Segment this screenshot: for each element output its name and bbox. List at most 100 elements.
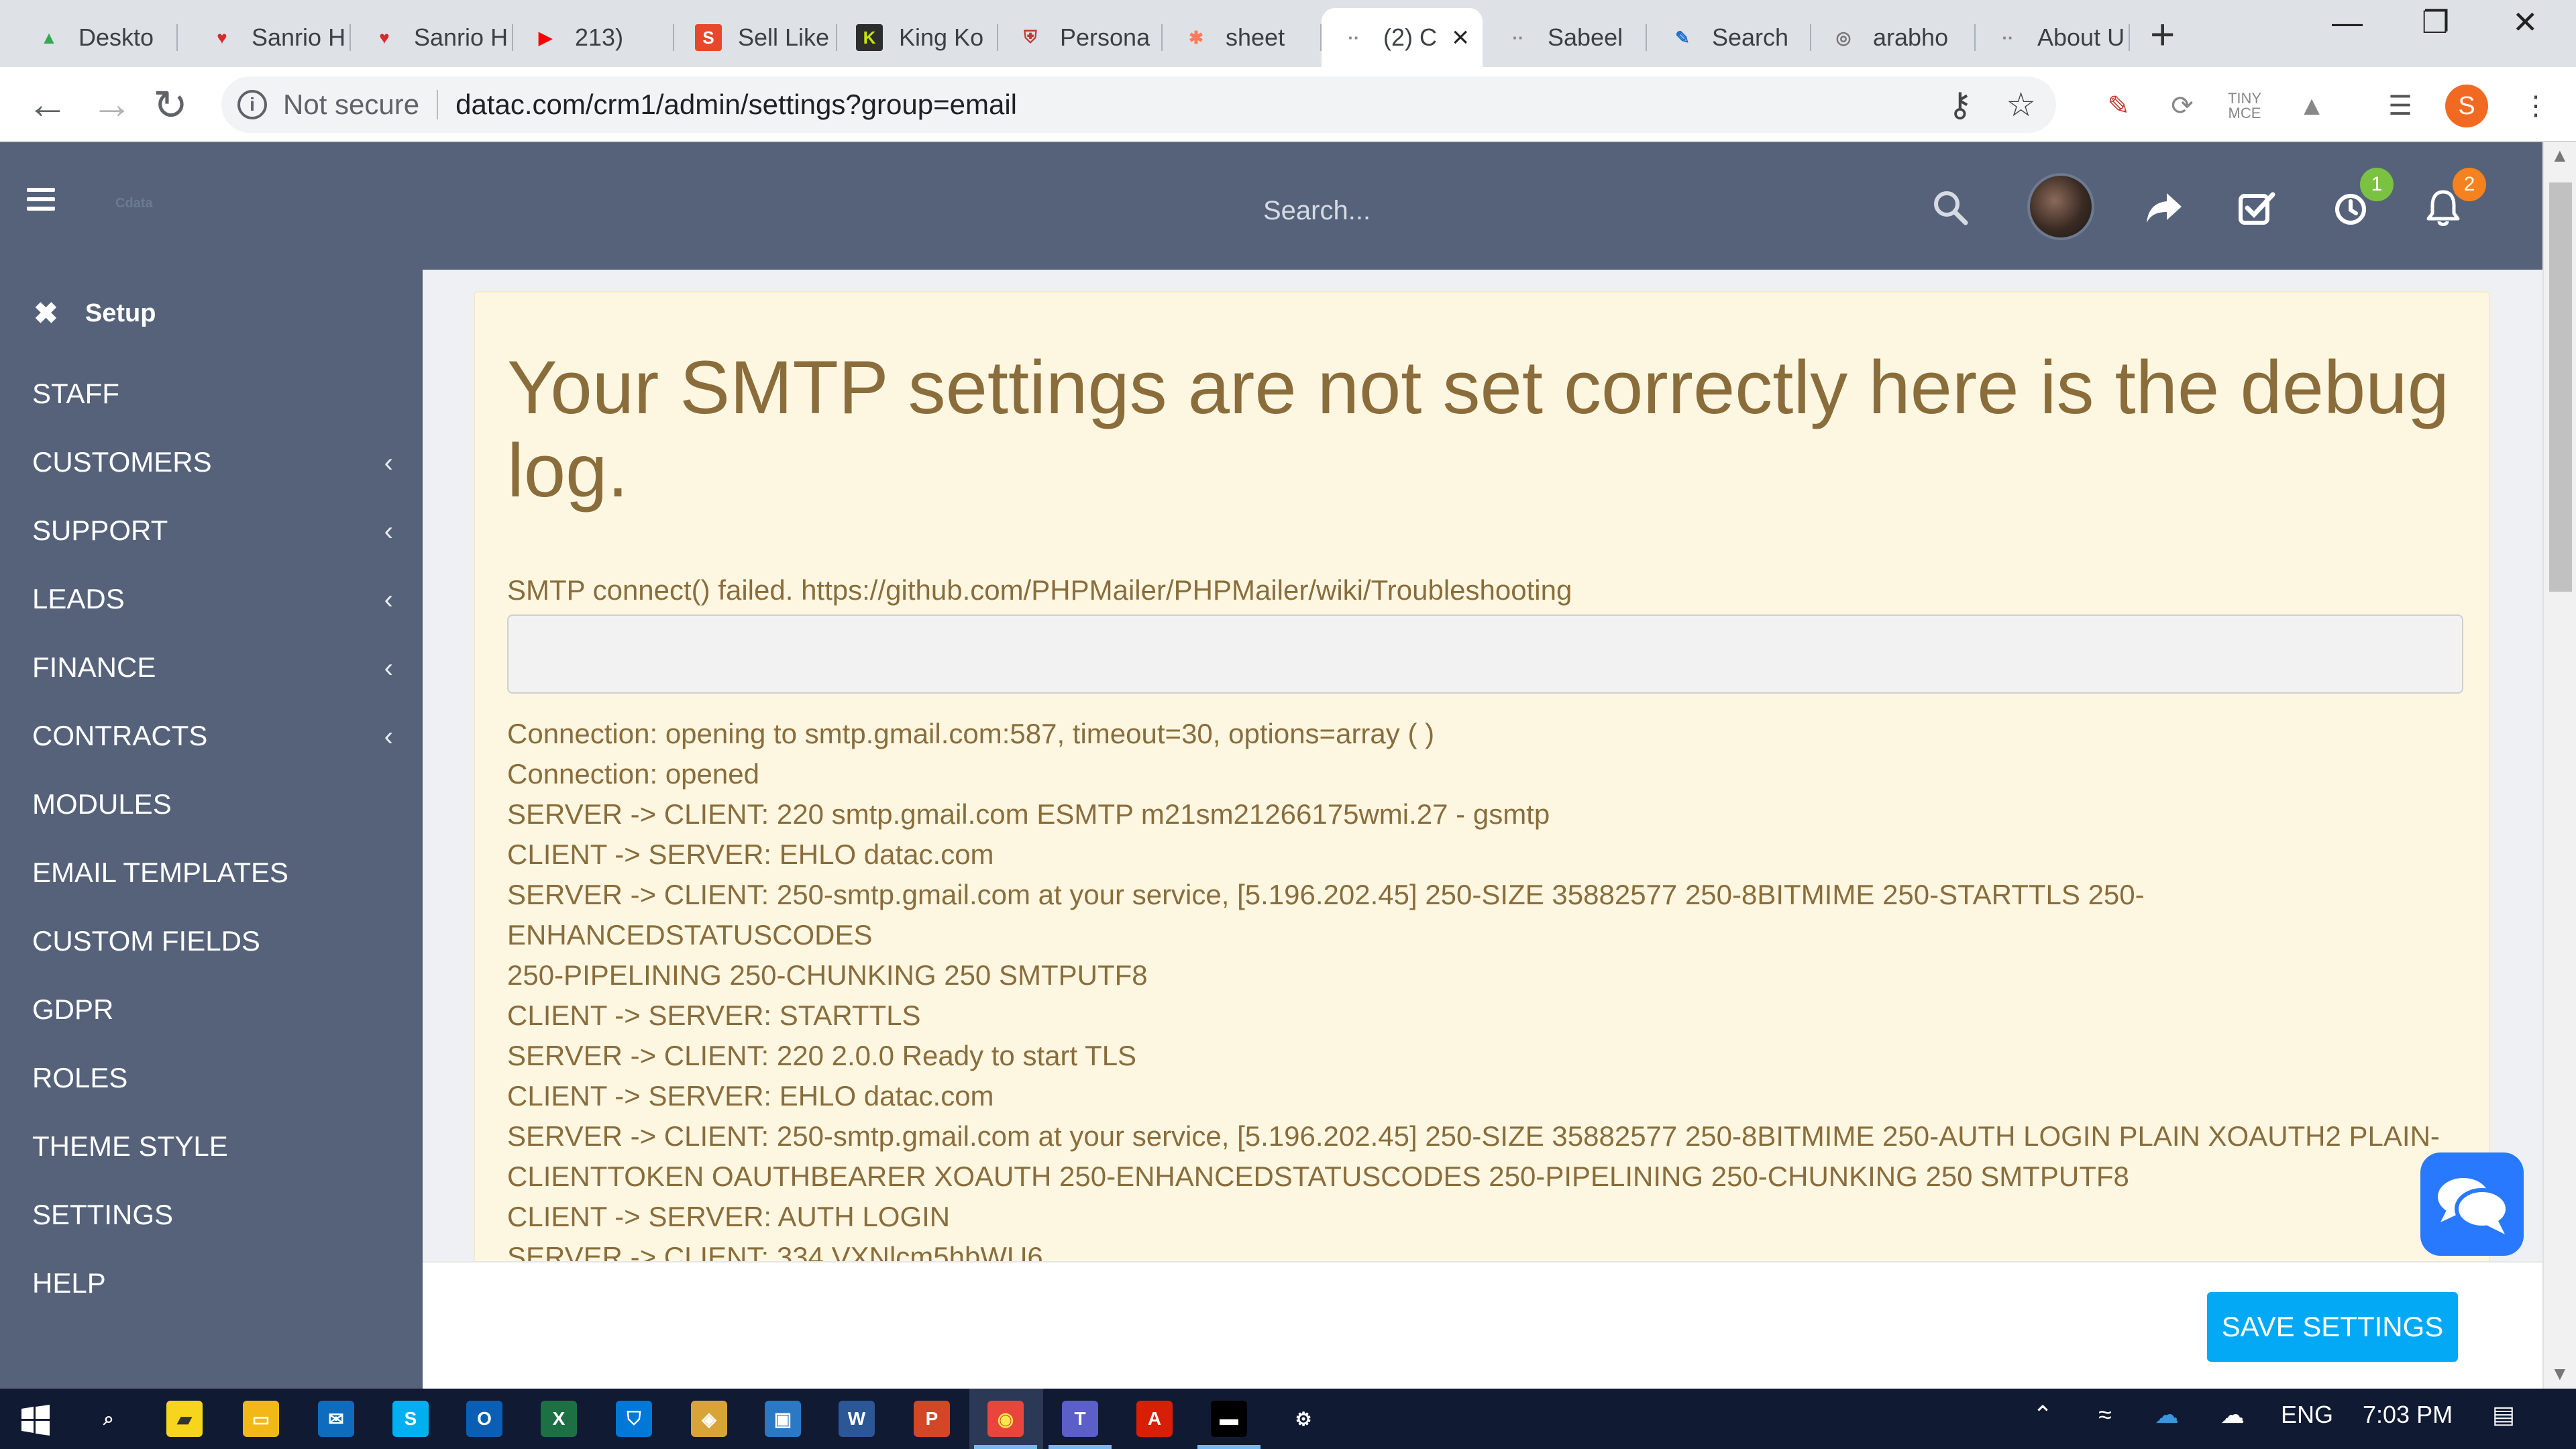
user-avatar[interactable] <box>2027 173 2094 240</box>
tab-title: Persona <box>1060 23 1150 51</box>
restore-button[interactable]: ❐ <box>2422 4 2449 40</box>
mail-icon[interactable]: ✉ <box>318 1401 354 1437</box>
sidebar-item-contracts[interactable]: CONTRACTS ‹ <box>0 702 423 770</box>
search-icon[interactable]: ⌕ <box>91 1401 127 1437</box>
browser-tab[interactable]: ·· Sabeel <box>1486 8 1647 67</box>
sidebar-item-theme-style[interactable]: THEME STYLE <box>0 1112 423 1181</box>
teams-icon[interactable]: T <box>1062 1401 1098 1437</box>
s-logo-icon: S <box>695 24 722 51</box>
sidebar-item-customers[interactable]: CUSTOMERS ‹ <box>0 428 423 496</box>
browser-tab[interactable]: S Sell Like <box>676 8 837 67</box>
terminal-icon[interactable]: ▬ <box>1211 1401 1247 1437</box>
clock[interactable]: 7:03 PM <box>2363 1401 2453 1429</box>
sidebar-item-help[interactable]: HELP <box>0 1249 423 1318</box>
company-logo[interactable]: Cdata <box>115 196 153 211</box>
browser-tab[interactable]: ·· About U <box>1976 8 2130 67</box>
tray-chevron-icon[interactable]: ⌃ <box>2033 1401 2053 1429</box>
forward-button[interactable]: → <box>91 80 133 128</box>
close-tab-icon[interactable]: × <box>1452 21 1469 54</box>
browser-tab[interactable]: ▶ 213) <box>513 8 674 67</box>
key-icon[interactable]: ⚷ <box>1948 85 1973 124</box>
pdf-icon[interactable]: ✎ <box>2100 87 2137 125</box>
cloud-upload-icon[interactable]: ☁ <box>2220 1401 2245 1429</box>
powerpoint-icon[interactable]: P <box>914 1401 950 1437</box>
bookmark-star-icon[interactable]: ☆ <box>2006 85 2036 124</box>
tasks-icon[interactable] <box>2237 188 2277 228</box>
browser-menu-icon[interactable]: ⋮ <box>2517 87 2555 125</box>
browser-tab[interactable]: ✱ sheet <box>1164 8 1322 67</box>
acrobat-icon[interactable]: A <box>1136 1401 1173 1437</box>
minimize-button[interactable]: — <box>2332 4 2363 40</box>
sidebar-item-settings[interactable]: SETTINGS <box>0 1181 423 1249</box>
search-input[interactable]: Search... <box>1263 196 1371 226</box>
sidebar-item-email-templates[interactable]: EMAIL TEMPLATES <box>0 839 423 907</box>
outlook-icon[interactable]: O <box>466 1401 502 1437</box>
sidebar-item-roles[interactable]: ROLES <box>0 1044 423 1112</box>
new-tab-button[interactable]: + <box>2150 9 2175 59</box>
browser-tab[interactable]: ♥ Sanrio H <box>190 8 351 67</box>
browser-tab[interactable]: ▲ Deskto <box>17 8 178 67</box>
sidebar-item-staff[interactable]: STAFF <box>0 360 423 428</box>
browser-tab[interactable]: ◎ arabho <box>1811 8 1976 67</box>
loading-icon: ·· <box>2002 27 2014 48</box>
sync-icon[interactable]: ⟳ <box>2163 87 2201 125</box>
wifi-icon[interactable]: ≈ <box>2098 1401 2112 1429</box>
share-icon[interactable] <box>2144 188 2184 228</box>
reading-list-icon[interactable]: ☰ <box>2381 87 2419 125</box>
search-icon[interactable] <box>1932 189 1968 225</box>
language-indicator[interactable]: ENG <box>2281 1401 2333 1429</box>
excel-icon[interactable]: X <box>541 1401 577 1437</box>
page-scrollbar[interactable]: ▲ ▼ <box>2542 142 2576 1389</box>
browser-tab[interactable]: K King Ko <box>837 8 998 67</box>
setup-header[interactable]: ✖ Setup <box>34 297 156 331</box>
remote-desktop-icon[interactable]: ▣ <box>765 1401 801 1437</box>
sidebar-item-leads[interactable]: LEADS ‹ <box>0 565 423 633</box>
back-button[interactable]: ← <box>27 80 68 128</box>
chat-widget-button[interactable] <box>2420 1152 2524 1256</box>
profile-avatar[interactable]: S <box>2445 85 2488 127</box>
close-window-button[interactable]: ✕ <box>2512 4 2538 40</box>
browser-tab[interactable]: ·· (2) C × <box>1322 8 1483 67</box>
drive-icon[interactable]: ▲ <box>2293 87 2330 125</box>
notification-badge: 2 <box>2453 168 2486 201</box>
scrollbar-thumb[interactable] <box>2549 182 2572 592</box>
sidebar-item-label: CUSTOMERS <box>32 446 212 478</box>
sidebar-item-custom-fields[interactable]: CUSTOM FIELDS <box>0 907 423 975</box>
store-icon[interactable]: ⛉ <box>616 1401 652 1437</box>
settings-icon[interactable]: ⚙ <box>1285 1401 1322 1437</box>
action-center-icon[interactable]: ▤ <box>2492 1401 2515 1429</box>
log-line: 250-PIPELINING 250-CHUNKING 250 SMTPUTF8 <box>507 959 1148 991</box>
scroll-up-icon[interactable]: ▲ <box>2551 145 2569 166</box>
browser-tab[interactable]: ✎ Search <box>1650 8 1811 67</box>
sidebar-item-label: CUSTOM FIELDS <box>32 925 260 957</box>
log-line: SERVER -> CLIENT: 250-smtp.gmail.com at … <box>507 1120 2440 1152</box>
log-line: SERVER -> CLIENT: 250-smtp.gmail.com at … <box>507 879 2145 951</box>
log-line: CLIENTTOKEN OAUTHBEARER XOAUTH 250-ENHAN… <box>507 1161 2129 1192</box>
chrome-icon[interactable]: ◉ <box>987 1401 1024 1437</box>
onedrive-icon[interactable]: ☁ <box>2155 1401 2179 1429</box>
tab-title: Search <box>1712 23 1789 51</box>
hamburger-menu-icon[interactable] <box>27 188 55 211</box>
close-setup-icon[interactable]: ✖ <box>34 297 58 331</box>
word-icon[interactable]: W <box>839 1401 875 1437</box>
scroll-down-icon[interactable]: ▼ <box>2551 1363 2569 1385</box>
sticky-notes-icon[interactable]: ▰ <box>166 1401 203 1437</box>
address-bar[interactable]: i Not secure datac.com/crm1/admin/settin… <box>221 76 2056 133</box>
reload-button[interactable]: ↻ <box>153 80 188 129</box>
sidebar-item-modules[interactable]: MODULES <box>0 770 423 839</box>
tinymce-icon[interactable]: TINY MCE <box>2226 87 2263 125</box>
file-explorer-icon[interactable]: ▭ <box>243 1401 279 1437</box>
url-text[interactable]: datac.com/crm1/admin/settings?group=emai… <box>455 89 1017 121</box>
maps-icon[interactable]: ◈ <box>691 1401 727 1437</box>
browser-tab[interactable]: ⛨ Persona <box>998 8 1163 67</box>
browser-tab[interactable]: ♥ Sanrio H <box>352 8 513 67</box>
running-app-indicator <box>1049 1445 1112 1449</box>
save-settings-button[interactable]: SAVE SETTINGS <box>2207 1292 2458 1362</box>
skype-icon[interactable]: S <box>392 1401 429 1437</box>
sidebar-item-finance[interactable]: FINANCE ‹ <box>0 633 423 702</box>
tab-title: 213) <box>575 23 624 51</box>
info-icon[interactable]: i <box>237 90 267 119</box>
sidebar-item-gdpr[interactable]: GDPR <box>0 975 423 1044</box>
sidebar-item-support[interactable]: SUPPORT ‹ <box>0 496 423 565</box>
windows-start-icon[interactable] <box>20 1405 51 1436</box>
